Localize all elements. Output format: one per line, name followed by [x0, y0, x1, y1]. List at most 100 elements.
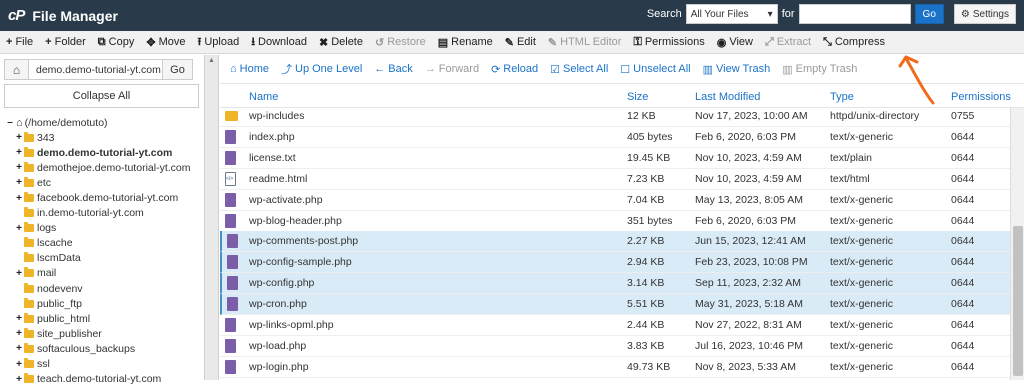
tree-item[interactable]: + facebook.demo-tutorial-yt.com — [6, 190, 201, 205]
download-button[interactable]: ⭳ Download — [245, 31, 313, 53]
search-input[interactable] — [798, 4, 911, 24]
view-button[interactable]: ◉ View — [711, 31, 759, 53]
table-row[interactable]: index.php 405 bytes Feb 6, 2020, 6:03 PM te… — [220, 127, 1010, 148]
sidebar-scrollbar[interactable]: ▲ — [205, 55, 219, 380]
search-scope-select[interactable]: All Your Files ▾ — [685, 4, 778, 24]
up-one-level-button[interactable]: ⤴ Up One Level — [275, 61, 368, 77]
expand-icon[interactable]: + — [15, 223, 23, 234]
collapse-all-button[interactable]: Collapse All — [4, 84, 199, 108]
table-row[interactable]: license.txt 19.45 KB Nov 10, 2023, 4:59 AM… — [220, 148, 1010, 169]
tree-item[interactable]: + demothejoe.demo-tutorial-yt.com — [6, 160, 201, 175]
view-label: View — [729, 36, 753, 48]
copy-button[interactable]: ⧉ Copy — [92, 31, 141, 53]
rename-button[interactable]: ▤ Rename — [432, 31, 499, 53]
table-row[interactable]: wp-activate.php 7.04 KB May 13, 2023, 8:05… — [220, 190, 1010, 211]
cpanel-logo[interactable]: cP — [8, 7, 25, 24]
scrollbar-thumb[interactable] — [1013, 226, 1023, 376]
column-header-permissions[interactable]: Permissions — [951, 91, 1011, 103]
table-row[interactable]: wp-config-sample.php 2.94 KB Feb 23, 2023,… — [220, 252, 1010, 274]
expand-icon[interactable]: + — [15, 132, 23, 143]
table-row[interactable]: wp-config.php 3.14 KB Sep 11, 2023, 2:32 A… — [220, 273, 1010, 295]
pencil-icon: ✎ — [547, 36, 558, 49]
scroll-up-icon[interactable]: ▲ — [208, 57, 215, 64]
path-input[interactable]: demo.demo-tutorial-yt.com — [29, 59, 163, 80]
view-trash-button[interactable]: ▥ View Trash — [697, 63, 777, 76]
tree-item[interactable]: public_ftp — [6, 296, 201, 311]
table-row[interactable]: wp-links-opml.php 2.44 KB Nov 27, 2022, 8:… — [220, 315, 1010, 336]
compress-button[interactable]: ⤡ Compress — [817, 31, 891, 53]
tree-item[interactable]: + etc — [6, 175, 201, 190]
tree-item-label: site_publisher — [37, 327, 102, 340]
cell-type: httpd/unix-directory — [830, 110, 920, 122]
download-icon: ⭳ — [251, 35, 256, 48]
column-header-type[interactable]: Type — [830, 91, 854, 103]
column-header-size[interactable]: Size — [627, 91, 648, 103]
table-row[interactable]: wp-load.php 3.83 KB Jul 16, 2023, 10:46 PM… — [220, 336, 1010, 357]
tree-item[interactable]: + ssl — [6, 357, 201, 372]
tree-item[interactable]: + mail — [6, 266, 201, 281]
table-row[interactable]: wp-includes 12 KB Nov 17, 2023, 10:00 AM ht… — [220, 108, 1010, 127]
folder-icon — [24, 312, 34, 323]
table-row[interactable]: wp-login.php 49.73 KB Nov 8, 2023, 5:33 AM… — [220, 357, 1010, 378]
settings-button[interactable]: ⚙ Settings — [953, 4, 1016, 24]
tree-item[interactable]: nodevenv — [6, 281, 201, 296]
expand-icon[interactable]: + — [15, 374, 23, 385]
cell-modified: May 31, 2023, 5:18 AM — [695, 298, 803, 311]
html-editor-button[interactable]: ✎ HTML Editor — [542, 31, 628, 53]
edit-button[interactable]: ✎ Edit — [499, 31, 542, 53]
key-icon: ⚿ — [633, 35, 642, 48]
tree-item[interactable]: lscmData — [6, 251, 201, 266]
table-row[interactable]: readme.html 7.23 KB Nov 10, 2023, 4:59 AM t… — [220, 169, 1010, 190]
home-icon[interactable]: ⌂ — [4, 59, 29, 80]
tree-item-label: nodevenv — [37, 282, 83, 295]
file-icon — [225, 359, 236, 374]
forward-button[interactable]: → Forward — [419, 63, 485, 75]
search-go-button[interactable]: Go — [914, 4, 944, 24]
expand-icon[interactable]: + — [15, 268, 23, 279]
delete-button[interactable]: ✖ Delete — [313, 31, 369, 53]
tree-item[interactable]: + teach.demo-tutorial-yt.com — [6, 372, 201, 387]
tree-item-label: 343 — [37, 131, 55, 144]
for-label: for — [781, 8, 795, 20]
table-scrollbar[interactable] — [1010, 108, 1024, 380]
expand-icon[interactable]: + — [15, 328, 23, 339]
collapse-icon[interactable]: – — [6, 117, 14, 128]
reload-button[interactable]: ⟳ Reload — [485, 63, 544, 76]
expand-icon[interactable]: + — [15, 147, 23, 158]
expand-icon[interactable]: + — [15, 359, 23, 370]
expand-icon[interactable]: + — [15, 193, 23, 204]
tree-item[interactable]: + demo.demo-tutorial-yt.com — [6, 145, 201, 160]
folder-icon — [24, 146, 34, 157]
tree-item[interactable]: + site_publisher — [6, 326, 201, 341]
expand-icon[interactable]: + — [15, 162, 23, 173]
tree-item[interactable]: lscache — [6, 236, 201, 251]
tree-item[interactable]: in.demo-tutorial-yt.com — [6, 206, 201, 221]
table-row[interactable]: wp-comments-post.php 2.27 KB Jun 15, 2023,… — [220, 231, 1010, 253]
tree-item[interactable]: + logs — [6, 221, 201, 236]
folder-button[interactable]: + Folder — [39, 31, 92, 53]
table-row[interactable]: wp-blog-header.php 351 bytes Feb 6, 2020, … — [220, 211, 1010, 232]
unselect-all-button[interactable]: ☐ Unselect All — [614, 63, 696, 76]
tree-item[interactable]: +343 — [6, 130, 201, 145]
column-header-name[interactable]: Name — [249, 91, 278, 103]
table-row[interactable]: wp-cron.php 5.51 KB May 31, 2023, 5:18 AM t… — [220, 294, 1010, 316]
column-header-last-modified[interactable]: Last Modified — [695, 91, 760, 103]
expand-icon[interactable]: + — [15, 313, 23, 324]
file-button[interactable]: + File — [0, 31, 39, 53]
home-button[interactable]: ⌂ Home — [224, 63, 275, 75]
move-button[interactable]: ✥ Move — [140, 31, 191, 53]
select-all-button[interactable]: ☑ Select All — [544, 63, 614, 76]
tree-item[interactable]: – ⌂ (/home/demotuto) — [6, 115, 201, 130]
expand-icon[interactable]: + — [15, 343, 23, 354]
back-button[interactable]: ← Back — [368, 63, 418, 75]
file-icon — [225, 129, 236, 144]
tree-item[interactable]: + softaculous_backups — [6, 341, 201, 356]
expand-icon[interactable]: + — [15, 177, 23, 188]
extract-button[interactable]: ⤢ Extract — [759, 31, 817, 53]
upload-button[interactable]: ⭱ Upload — [191, 31, 245, 53]
path-go-button[interactable]: Go — [163, 59, 193, 80]
tree-item[interactable]: + public_html — [6, 311, 201, 326]
permissions-button[interactable]: ⚿ Permissions — [627, 31, 710, 53]
empty-trash-button[interactable]: ▥ Empty Trash — [776, 63, 863, 76]
restore-button[interactable]: ↺ Restore — [369, 31, 432, 53]
